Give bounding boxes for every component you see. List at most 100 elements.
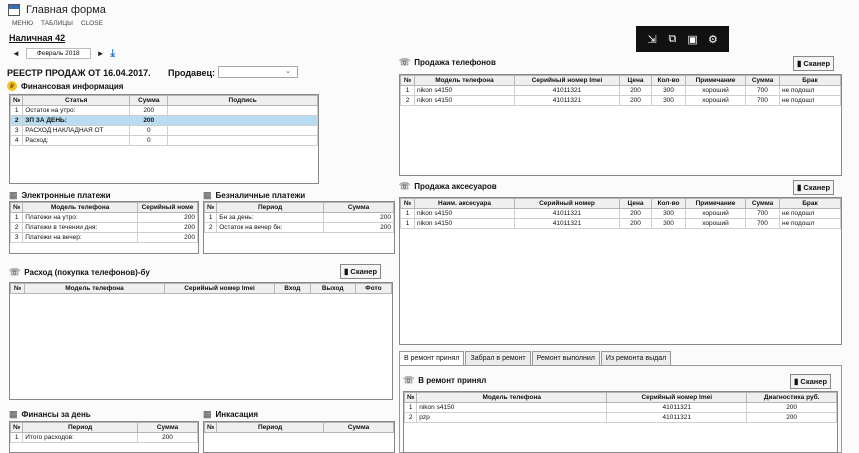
col-header[interactable]: Сумма — [137, 422, 198, 433]
col-header[interactable]: Выход — [309, 283, 356, 294]
col-header[interactable]: Модель телефона — [416, 392, 608, 403]
grid-icon: ▦ — [203, 190, 212, 200]
expense-scanner-button[interactable]: ▮ Сканер — [340, 264, 382, 279]
table-row[interactable]: 1 Остаток на утро: 200 — [10, 105, 318, 116]
menu-item-menu[interactable]: МЕНЮ — [12, 20, 33, 32]
tab-repair-taken[interactable]: Забрал в ремонт — [465, 351, 531, 365]
table-row[interactable]: 2 nikon s4150 41011321 200 300 хороший 700 не п… — [400, 95, 841, 106]
table-row[interactable]: 2 pzp 41011321 200 — [404, 412, 837, 423]
col-header[interactable]: Период — [216, 422, 324, 433]
tab-repair-done[interactable]: Ремонт выполнил — [531, 351, 600, 365]
table-row[interactable]: 3 РАСХОД НАКЛАДНАЯ ОТ 0 — [10, 125, 318, 136]
col-header[interactable]: Серийный номер Imei — [514, 75, 620, 86]
col-header[interactable]: Серийный номе — [137, 202, 198, 213]
table-row[interactable]: 1 nikon s4150 41011321 200 — [404, 402, 837, 413]
menu-item-tables[interactable]: ТАБЛИЦЫ — [41, 20, 73, 32]
grid-icon: ▦ — [9, 409, 18, 419]
settings-icon[interactable]: ⚙ — [705, 33, 721, 46]
grid-icon: ▦ — [9, 190, 18, 200]
col-header[interactable]: Диагностика руб. — [746, 392, 837, 403]
phone-sales-table: № Модель телефона Серийный номер Imei Це… — [399, 74, 842, 176]
col-header[interactable]: Примечание — [685, 75, 746, 86]
col-header[interactable]: № — [10, 422, 24, 433]
col-header[interactable]: Период — [22, 422, 138, 433]
table-row[interactable]: 1 nikon s4150 41011321 200 300 хороший 700 не п… — [400, 218, 841, 229]
phone-icon: ☏ — [403, 375, 415, 385]
col-header[interactable]: Период — [216, 202, 324, 213]
col-header[interactable]: Статья — [22, 95, 131, 106]
seller-label: Продавец: — [168, 68, 216, 78]
col-header[interactable]: № — [400, 198, 415, 209]
col-header[interactable]: Сумма — [129, 95, 169, 106]
table-row[interactable]: 4 Расход: 0 — [10, 135, 318, 146]
col-header[interactable]: № — [204, 422, 218, 433]
repair-tabs: В ремонт принял Забрал в ремонт Ремонт в… — [399, 351, 672, 365]
seller-select[interactable]: ⌄ — [218, 66, 298, 78]
col-header[interactable]: Сумма — [323, 422, 394, 433]
tab-repair-issued[interactable]: Из ремонта выдал — [600, 351, 672, 365]
table-row-selected[interactable]: 2 ЗП ЗА ДЕНЬ: 200 — [10, 115, 318, 126]
col-header[interactable]: Серийный номер — [514, 198, 620, 209]
table-row[interactable]: 1 Бн за день: 200 — [204, 212, 394, 223]
col-header[interactable]: Сумма — [323, 202, 394, 213]
table-row[interactable]: 1 nikon s4150 41011321 200 300 хороший 700 не п… — [400, 208, 841, 219]
store-link[interactable]: Наличная 42 — [9, 33, 65, 43]
col-header[interactable]: Серийный номер Imei — [606, 392, 748, 403]
col-header[interactable]: Модель телефона — [414, 75, 515, 86]
floating-toolbar: ⇲ ⧉ ▣ ⚙ — [636, 26, 729, 52]
col-header[interactable]: № — [10, 283, 25, 294]
table-row[interactable]: 3 Платежи на вечер: 200 — [10, 232, 198, 243]
cashless-section-title: ▦ Безналичные платежи — [203, 190, 305, 201]
col-header[interactable]: № — [10, 95, 24, 106]
col-header[interactable]: Модель телефона — [24, 283, 165, 294]
electronic-section-title: ▦ Электронные платежи — [9, 190, 111, 201]
col-header[interactable]: Кол-во — [651, 75, 686, 86]
screen-icon[interactable]: ⧉ — [664, 33, 680, 46]
col-header[interactable]: Фото — [354, 283, 392, 294]
table-row[interactable]: 2 Платежи в течении дня: 200 — [10, 222, 198, 233]
table-row[interactable]: 2 Остаток на вечер бн: 200 — [204, 222, 394, 233]
month-display[interactable]: Февраль 2018 — [25, 48, 91, 59]
next-month-button[interactable]: ► — [97, 49, 105, 58]
col-header[interactable]: Примечание — [685, 198, 746, 209]
phone-sales-section-title: ☏ Продажа телефонов — [399, 57, 496, 68]
repair-scanner-button[interactable]: ▮ Сканер — [790, 374, 832, 389]
accessory-sales-scanner-button[interactable]: ▮ Сканер — [793, 180, 835, 195]
col-header[interactable]: Кол-во — [651, 198, 686, 209]
phone-icon: ☏ — [399, 57, 411, 67]
col-header[interactable]: Цена — [619, 75, 652, 86]
accessory-sales-table: № Наим. аксесуара Серийный номер Цена Ко… — [399, 197, 842, 345]
col-header[interactable]: № — [204, 202, 218, 213]
menu-item-close[interactable]: CLOSE — [81, 20, 103, 32]
finance-title: Финансовая информация — [21, 81, 124, 91]
col-header[interactable]: Подпись — [167, 95, 318, 106]
prev-month-button[interactable]: ◄ — [12, 49, 20, 58]
col-header[interactable]: Сумма — [745, 198, 780, 209]
col-header[interactable]: Модель телефона — [22, 202, 138, 213]
scanner-icon: ▮ — [797, 183, 802, 192]
col-header[interactable]: Вход — [274, 283, 311, 294]
scanner-icon: ▮ — [794, 377, 799, 386]
col-header[interactable]: Сумма — [745, 75, 780, 86]
col-header[interactable]: Наим. аксесуара — [414, 198, 515, 209]
phone-icon: ☏ — [9, 267, 21, 277]
phone-sales-scanner-button[interactable]: ▮ Сканер — [793, 56, 835, 71]
table-row[interactable]: 1 Итого расходов: 200 — [10, 432, 198, 443]
window-icon[interactable]: ▣ — [685, 33, 701, 46]
table-row[interactable]: 1 nikon s4150 41011321 200 300 хороший 700 не п… — [400, 85, 841, 96]
col-header[interactable]: № — [404, 392, 418, 403]
col-header[interactable]: № — [400, 75, 415, 86]
table-row[interactable]: 1 Платежи на утро: 200 — [10, 212, 198, 223]
app-icon — [8, 4, 20, 16]
download-icon[interactable]: ⤓ — [111, 48, 115, 59]
export-icon[interactable]: ⇲ — [644, 33, 660, 46]
tab-repair-received[interactable]: В ремонт принял — [399, 351, 465, 365]
col-header[interactable]: Цена — [619, 198, 652, 209]
collection-table: № Период Сумма — [203, 421, 395, 453]
repair-title: В ремонт принял — [418, 376, 487, 385]
electronic-payments-table: № Модель телефона Серийный номе 1 Платежи… — [9, 201, 199, 254]
col-header[interactable]: № — [10, 202, 24, 213]
col-header[interactable]: Брак — [779, 75, 841, 86]
col-header[interactable]: Серийный номер Imei — [164, 283, 275, 294]
col-header[interactable]: Брак — [779, 198, 841, 209]
